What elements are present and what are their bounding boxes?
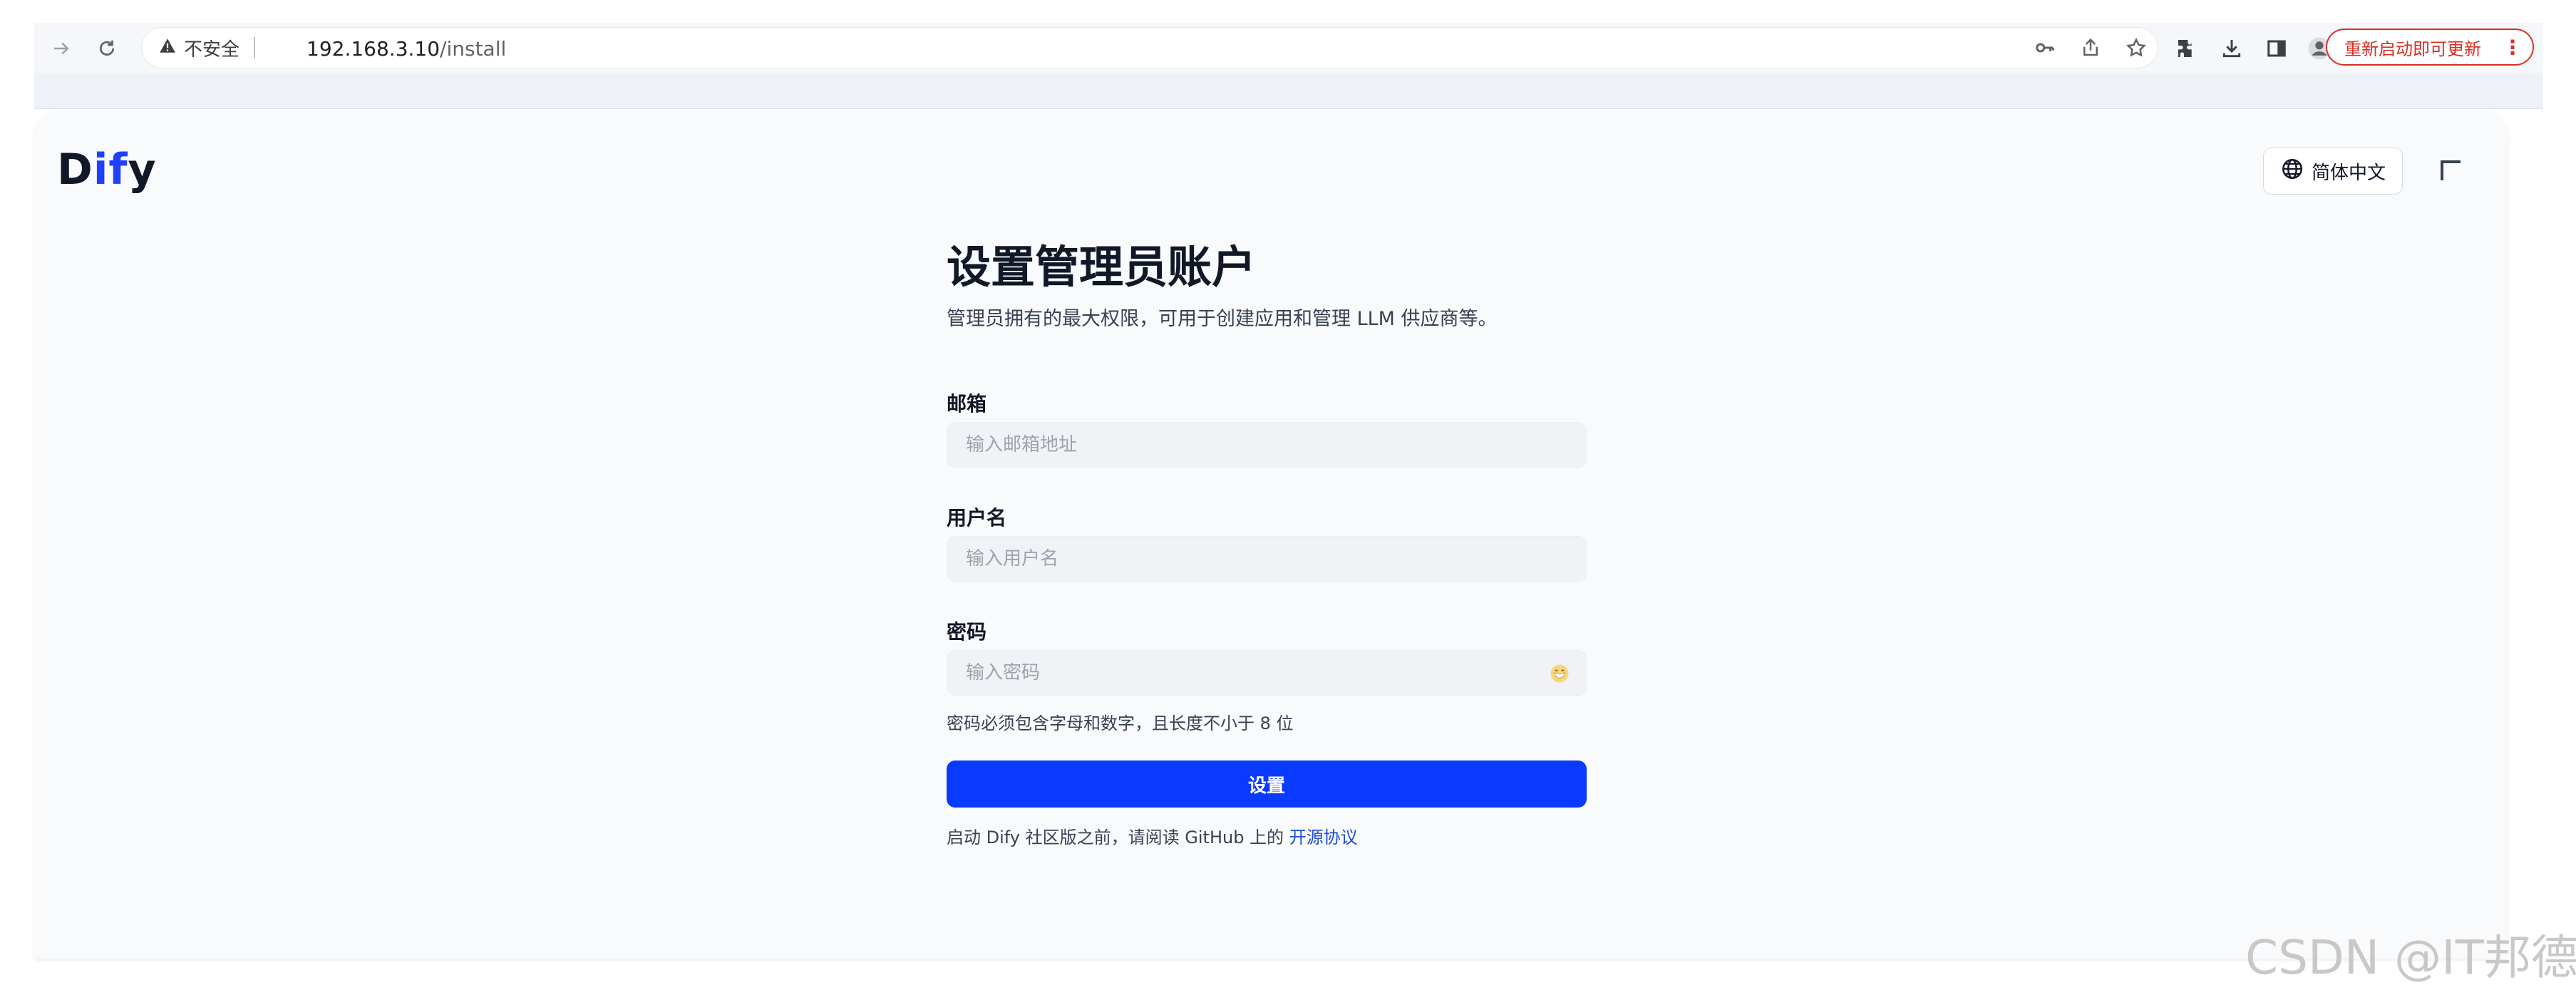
- install-form: 设置管理员账户 管理员拥有的最大权限，可用于创建应用和管理 LLM 供应商等。 …: [947, 239, 1588, 847]
- license-note-text: 启动 Dify 社区版之前，请阅读 GitHub 上的: [947, 828, 1289, 847]
- password-field[interactable]: [947, 650, 1587, 696]
- warning-icon: [158, 36, 177, 60]
- more-menu-icon[interactable]: ⋮: [2503, 36, 2523, 59]
- watermark: CSDN @IT邦德: [2245, 930, 2576, 985]
- logo-suffix: y: [128, 145, 157, 195]
- license-note: 启动 Dify 社区版之前，请阅读 GitHub 上的 开源协议: [947, 823, 1358, 848]
- dify-logo[interactable]: Dify: [57, 145, 157, 195]
- corner-icon[interactable]: [2441, 160, 2461, 180]
- url-host: 192.168.3.10: [306, 37, 441, 61]
- share-icon[interactable]: [2077, 34, 2104, 61]
- username-field[interactable]: [947, 536, 1587, 582]
- security-label: 不安全: [184, 38, 240, 61]
- update-button[interactable]: 重新启动即可更新 ⋮: [2326, 29, 2534, 66]
- language-selector-button[interactable]: 简体中文: [2263, 148, 2403, 195]
- page: 不安全 192.168.3.10/install 重新启动即可更新 ⋮ Dify…: [0, 0, 2576, 995]
- password-visibility-icon[interactable]: [1549, 663, 1570, 684]
- password-label: 密码: [947, 620, 987, 644]
- address-bar[interactable]: 不安全 192.168.3.10/install: [141, 27, 2158, 68]
- email-label: 邮箱: [947, 392, 987, 416]
- update-button-label: 重新启动即可更新: [2344, 38, 2481, 59]
- logo-highlight: if: [93, 145, 128, 195]
- email-field[interactable]: [947, 422, 1587, 468]
- key-icon[interactable]: [2031, 34, 2059, 61]
- download-icon[interactable]: [2217, 34, 2246, 63]
- username-input[interactable]: [947, 537, 1586, 581]
- app-container: Dify 简体中文 设置管理员账户 管理员拥有的最大权限，可用于创建应用和管理 …: [34, 110, 2508, 959]
- url-path: /install: [440, 37, 507, 61]
- forward-icon[interactable]: [48, 36, 74, 61]
- page-subtitle: 管理员拥有的最大权限，可用于创建应用和管理 LLM 供应商等。: [947, 308, 1498, 330]
- url-text[interactable]: 192.168.3.10/install: [306, 37, 506, 61]
- browser-toolbar: 不安全 192.168.3.10/install 重新启动即可更新 ⋮: [34, 23, 2543, 73]
- email-input[interactable]: [947, 423, 1586, 467]
- password-input[interactable]: [947, 651, 1586, 695]
- divider: [254, 37, 256, 58]
- submit-button[interactable]: 设置: [947, 761, 1587, 808]
- language-label: 简体中文: [2311, 162, 2386, 184]
- username-label: 用户名: [947, 506, 1007, 530]
- side-panel-icon[interactable]: [2262, 34, 2291, 63]
- globe-icon: [2280, 157, 2304, 186]
- extensions-icon[interactable]: [2173, 34, 2201, 63]
- security-indicator[interactable]: 不安全: [158, 36, 256, 61]
- browser-chrome: 不安全 192.168.3.10/install 重新启动即可更新 ⋮: [34, 23, 2543, 109]
- bookmark-star-icon[interactable]: [2123, 34, 2150, 61]
- open-source-license-link[interactable]: 开源协议: [1289, 828, 1358, 847]
- reload-icon[interactable]: [94, 36, 120, 61]
- password-hint: 密码必须包含字母和数字，且长度不小于 8 位: [947, 713, 1294, 733]
- logo-prefix: D: [57, 145, 93, 195]
- page-title: 设置管理员账户: [947, 241, 1257, 293]
